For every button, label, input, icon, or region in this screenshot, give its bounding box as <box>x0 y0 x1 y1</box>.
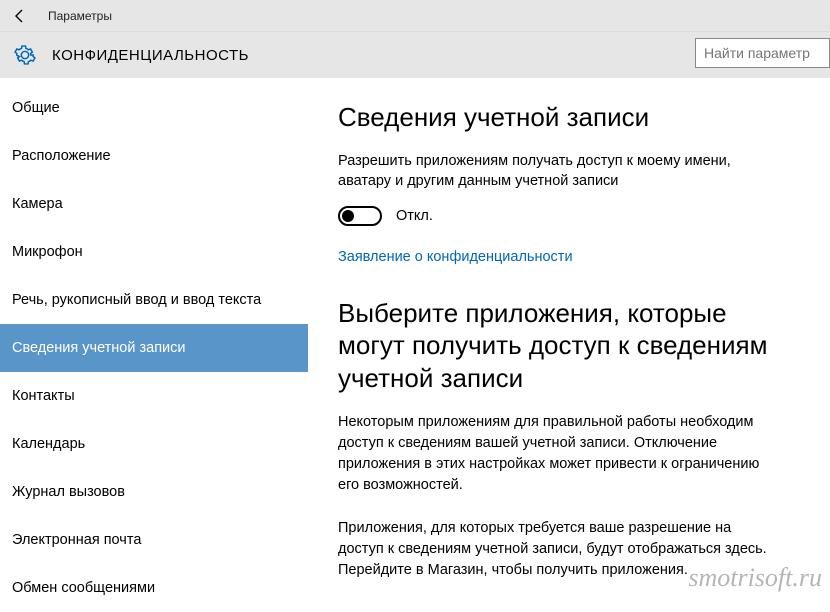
permission-description: Разрешить приложениям получать доступ к … <box>338 151 778 192</box>
sidebar-item-label: Общие <box>12 100 60 116</box>
sidebar-item-email[interactable]: Электронная почта <box>0 516 308 564</box>
sidebar-item-contacts[interactable]: Контакты <box>0 372 308 420</box>
window-title: Параметры <box>42 9 112 23</box>
arrow-left-icon <box>12 8 28 24</box>
search-input[interactable] <box>695 38 830 68</box>
sidebar: Общие Расположение Камера Микрофон Речь,… <box>0 78 308 597</box>
toggle-row: Откл. <box>338 206 800 226</box>
sidebar-item-messaging[interactable]: Обмен сообщениями <box>0 564 308 612</box>
sidebar-item-microphone[interactable]: Микрофон <box>0 228 308 276</box>
apps-paragraph-2: Приложения, для которых требуется ваше р… <box>338 518 778 581</box>
sidebar-item-label: Журнал вызовов <box>12 484 125 500</box>
sidebar-item-camera[interactable]: Камера <box>0 180 308 228</box>
sidebar-item-speech[interactable]: Речь, рукописный ввод и ввод текста <box>0 276 308 324</box>
sidebar-item-account-info[interactable]: Сведения учетной записи <box>0 324 308 372</box>
privacy-statement-link[interactable]: Заявление о конфиденциальности <box>338 249 573 265</box>
toggle-knob <box>342 210 354 222</box>
toggle-state-label: Откл. <box>396 208 433 224</box>
sidebar-item-label: Электронная почта <box>12 532 141 548</box>
content: Сведения учетной записи Разрешить прилож… <box>308 78 830 597</box>
sidebar-item-location[interactable]: Расположение <box>0 132 308 180</box>
back-button[interactable] <box>8 4 32 28</box>
sidebar-item-label: Календарь <box>12 436 85 452</box>
sidebar-item-label: Обмен сообщениями <box>12 580 155 596</box>
sidebar-item-label: Камера <box>12 196 63 212</box>
sidebar-item-label: Контакты <box>12 388 75 404</box>
gear-icon <box>14 44 36 66</box>
main: Общие Расположение Камера Микрофон Речь,… <box>0 78 830 597</box>
section-title: Сведения учетной записи <box>338 102 800 133</box>
page-title: КОНФИДЕНЦИАЛЬНОСТЬ <box>52 47 249 64</box>
sidebar-item-label: Расположение <box>12 148 111 164</box>
sidebar-item-call-history[interactable]: Журнал вызовов <box>0 468 308 516</box>
titlebar: Параметры <box>0 0 830 32</box>
sidebar-item-label: Микрофон <box>12 244 83 260</box>
sidebar-item-general[interactable]: Общие <box>0 84 308 132</box>
section-title-apps: Выберите приложения, которые могут получ… <box>338 297 778 395</box>
account-access-toggle[interactable] <box>338 206 382 226</box>
sidebar-item-label: Сведения учетной записи <box>12 340 186 356</box>
sidebar-item-label: Речь, рукописный ввод и ввод текста <box>12 292 261 308</box>
header: КОНФИДЕНЦИАЛЬНОСТЬ <box>0 32 830 78</box>
sidebar-item-calendar[interactable]: Календарь <box>0 420 308 468</box>
apps-paragraph-1: Некоторым приложениям для правильной раб… <box>338 412 778 496</box>
